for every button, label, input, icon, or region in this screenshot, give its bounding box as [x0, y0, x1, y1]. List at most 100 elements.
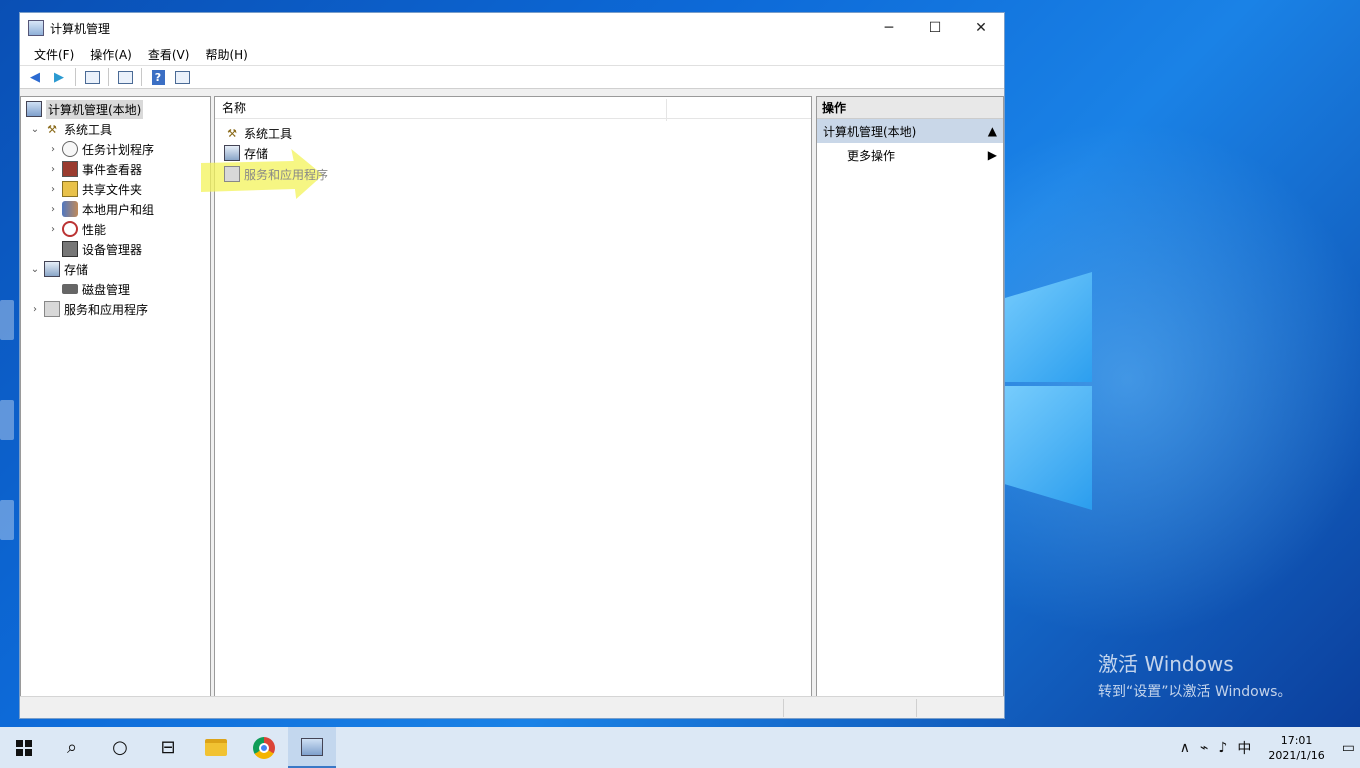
shared-folder-icon — [62, 181, 78, 197]
tree-item-system-tools[interactable]: ⌄ ⚒ 系统工具 — [29, 119, 112, 139]
list-item[interactable]: 存储 — [221, 143, 268, 163]
computer-management-icon — [301, 737, 323, 756]
task-view-button[interactable]: ⊟ — [144, 727, 192, 768]
clock[interactable]: 17:01 2021/1/16 — [1256, 733, 1336, 763]
storage-icon — [224, 145, 240, 161]
chevron-right-icon[interactable]: › — [47, 164, 59, 175]
tree-item-label: 设备管理器 — [82, 242, 143, 257]
disk-icon — [62, 284, 78, 294]
chrome-button[interactable] — [240, 727, 288, 768]
arrow-left-icon: ◀ — [30, 69, 40, 85]
cortana-circle-icon: ○ — [112, 737, 128, 758]
tree-item-performance[interactable]: › 性能 — [47, 219, 106, 239]
windows-start-icon — [16, 739, 32, 756]
status-divider — [783, 699, 784, 717]
activate-windows-watermark: 激活 Windows 转到“设置”以激活 Windows。 — [1098, 648, 1291, 701]
desktop-icon[interactable] — [0, 400, 14, 440]
menu-action[interactable]: 操作(A) — [82, 46, 140, 63]
tree-item-root[interactable]: 计算机管理(本地) — [23, 99, 144, 119]
services-icon — [224, 166, 240, 182]
computer-management-taskbar-button[interactable] — [288, 727, 336, 768]
content-panes: 计算机管理(本地) ⌄ ⚒ 系统工具 › 任务计划程序 › 事件查看器 › 共享… — [20, 96, 1004, 697]
forward-button[interactable]: ▶ — [48, 67, 70, 87]
computer-management-window: 计算机管理 ─ ☐ ✕ 文件(F) 操作(A) 查看(V) 帮助(H) ◀ ▶ … — [19, 12, 1005, 719]
services-icon — [44, 301, 60, 317]
toolbar-separator — [141, 68, 142, 86]
task-view-icon: ⊟ — [160, 737, 176, 758]
show-hide-console-tree-button[interactable] — [81, 67, 103, 87]
list-item-label: 服务和应用程序 — [244, 167, 329, 182]
show-hidden-icons-chevron-icon[interactable]: ∧ — [1175, 740, 1195, 756]
minimize-button[interactable]: ─ — [866, 13, 912, 43]
desktop-icon[interactable] — [0, 300, 14, 340]
users-icon — [62, 201, 78, 217]
desktop-icon[interactable] — [0, 500, 14, 540]
list-item-label: 系统工具 — [244, 126, 293, 141]
help-button[interactable]: ? — [147, 67, 169, 87]
chevron-down-icon[interactable]: ⌄ — [29, 124, 41, 135]
help-icon: ? — [151, 69, 165, 85]
start-button[interactable] — [0, 727, 48, 768]
show-action-pane-button[interactable] — [171, 67, 193, 87]
chevron-right-icon[interactable]: › — [47, 224, 59, 235]
tree-item-label: 共享文件夹 — [82, 182, 143, 197]
tree-item-services-apps[interactable]: › 服务和应用程序 — [29, 299, 148, 319]
export-list-icon — [117, 70, 133, 84]
tree-item-label: 计算机管理(本地) — [46, 99, 144, 119]
more-actions-label: 更多操作 — [847, 148, 896, 163]
chevron-right-icon[interactable]: › — [47, 144, 59, 155]
collapse-up-icon[interactable]: ▲ — [988, 124, 997, 138]
tree-item-disk-management[interactable]: 磁盘管理 — [59, 279, 130, 299]
folder-icon — [205, 739, 227, 756]
tree-item-label: 存储 — [64, 262, 89, 277]
event-viewer-icon — [62, 161, 78, 177]
cortana-button[interactable]: ○ — [96, 727, 144, 768]
file-explorer-button[interactable] — [192, 727, 240, 768]
toolbar-separator — [75, 68, 76, 86]
list-item[interactable]: 服务和应用程序 — [221, 164, 328, 184]
search-button[interactable]: ⌕ — [48, 727, 96, 768]
tree-item-task-scheduler[interactable]: › 任务计划程序 — [47, 139, 154, 159]
activate-subtitle: 转到“设置”以激活 Windows。 — [1098, 684, 1292, 700]
status-bar — [20, 696, 1004, 718]
menu-bar: 文件(F) 操作(A) 查看(V) 帮助(H) — [20, 43, 1004, 65]
menu-view[interactable]: 查看(V) — [140, 46, 198, 63]
tree-item-local-users[interactable]: › 本地用户和组 — [47, 199, 154, 219]
export-list-button[interactable] — [114, 67, 136, 87]
tree-item-label: 本地用户和组 — [82, 202, 155, 217]
tree-item-label: 事件查看器 — [82, 162, 143, 177]
tree-item-label: 性能 — [82, 222, 107, 237]
close-button[interactable]: ✕ — [958, 13, 1004, 43]
storage-icon — [44, 261, 60, 277]
more-actions-item[interactable]: 更多操作 ▶ — [817, 143, 1003, 167]
back-button[interactable]: ◀ — [24, 67, 46, 87]
chevron-right-icon[interactable]: › — [29, 304, 41, 315]
tree-item-device-manager[interactable]: 设备管理器 — [59, 239, 142, 259]
menu-help[interactable]: 帮助(H) — [197, 46, 255, 63]
column-header-name[interactable]: 名称 — [215, 99, 246, 116]
tree-item-event-viewer[interactable]: › 事件查看器 — [47, 159, 142, 179]
toolbar-separator — [108, 68, 109, 86]
maximize-button[interactable]: ☐ — [912, 13, 958, 43]
tree-item-shared-folders[interactable]: › 共享文件夹 — [47, 179, 142, 199]
chevron-down-icon[interactable]: ⌄ — [29, 264, 41, 275]
column-divider[interactable] — [666, 99, 667, 121]
menu-file[interactable]: 文件(F) — [26, 46, 82, 63]
chevron-right-icon[interactable]: › — [47, 204, 59, 215]
title-bar[interactable]: 计算机管理 ─ ☐ ✕ — [20, 13, 1004, 43]
taskbar: ⌕ ○ ⊟ ∧ ⌁ ♪ 中 17:01 2021/1/16 ▭ — [0, 727, 1360, 768]
ime-indicator[interactable]: 中 — [1232, 738, 1256, 758]
chevron-right-icon[interactable]: › — [47, 184, 59, 195]
tree-item-storage[interactable]: ⌄ 存储 — [29, 259, 88, 279]
tree-item-label: 任务计划程序 — [82, 142, 155, 157]
chrome-icon — [253, 736, 275, 759]
volume-icon[interactable]: ♪ — [1213, 740, 1232, 756]
list-header: 名称 — [215, 97, 811, 121]
actions-group[interactable]: 计算机管理(本地) ▲ — [817, 119, 1003, 143]
network-icon[interactable]: ⌁ — [1195, 740, 1213, 756]
tree-item-label: 系统工具 — [64, 122, 113, 137]
list-item[interactable]: ⚒ 系统工具 — [221, 123, 292, 143]
clock-time: 17:01 — [1280, 733, 1313, 747]
notification-icon[interactable]: ▭ — [1337, 740, 1360, 756]
actions-group-label: 计算机管理(本地) — [823, 124, 917, 139]
